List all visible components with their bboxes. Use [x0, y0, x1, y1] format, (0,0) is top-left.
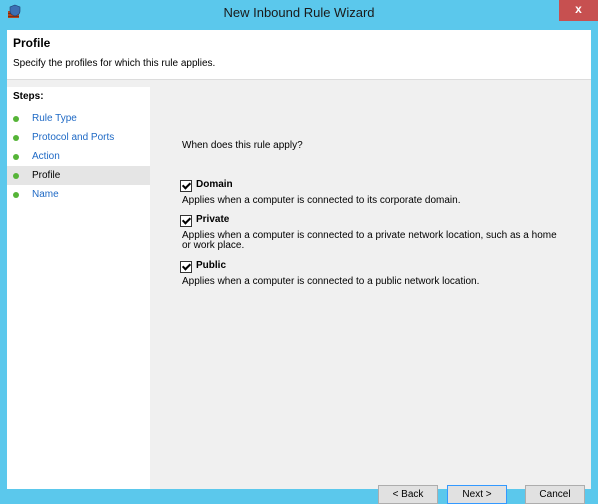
option-label[interactable]: Domain [196, 179, 233, 190]
step-action[interactable]: Action [7, 147, 150, 166]
step-label: Action [32, 151, 60, 162]
steps-pane: Steps: Rule Type Protocol and Ports Acti… [7, 87, 150, 489]
step-status-dot-icon [13, 192, 19, 198]
step-label: Rule Type [32, 113, 77, 124]
back-button[interactable]: < Back [378, 485, 438, 504]
option-label[interactable]: Public [196, 260, 226, 271]
step-label: Name [32, 189, 59, 200]
step-label: Protocol and Ports [32, 132, 115, 143]
public-checkbox[interactable] [180, 261, 192, 273]
question-text: When does this rule apply? [182, 140, 303, 151]
step-name[interactable]: Name [7, 185, 150, 204]
step-profile[interactable]: Profile [7, 166, 150, 185]
cancel-button[interactable]: Cancel [525, 485, 585, 504]
step-protocol-and-ports[interactable]: Protocol and Ports [7, 128, 150, 147]
step-rule-type[interactable]: Rule Type [7, 109, 150, 128]
private-checkbox[interactable] [180, 215, 192, 227]
option-description: Applies when a computer is connected to … [182, 195, 461, 206]
content-pane: When does this rule apply? Domain Applie… [150, 87, 591, 504]
wizard-window: New Inbound Rule Wizard x Profile Specif… [0, 0, 598, 504]
step-status-dot-icon [13, 173, 19, 179]
page-subtitle: Specify the profiles for which this rule… [13, 58, 216, 69]
option-label[interactable]: Private [196, 214, 229, 225]
next-button[interactable]: Next > [447, 485, 507, 504]
option-description: Applies when a computer is connected to … [182, 276, 480, 287]
step-label: Profile [32, 170, 61, 181]
window-title: New Inbound Rule Wizard [223, 5, 375, 20]
step-status-dot-icon [13, 135, 19, 141]
wizard-header: Profile Specify the profiles for which t… [7, 30, 591, 80]
close-button[interactable]: x [559, 0, 598, 21]
wizard-client-area: Profile Specify the profiles for which t… [7, 30, 591, 504]
step-status-dot-icon [13, 154, 19, 160]
title-bar[interactable]: New Inbound Rule Wizard x [0, 0, 598, 26]
steps-heading: Steps: [13, 91, 44, 102]
domain-checkbox[interactable] [180, 180, 192, 192]
step-status-dot-icon [13, 116, 19, 122]
page-title: Profile [13, 36, 51, 50]
option-description: Applies when a computer is connected to … [182, 230, 557, 251]
